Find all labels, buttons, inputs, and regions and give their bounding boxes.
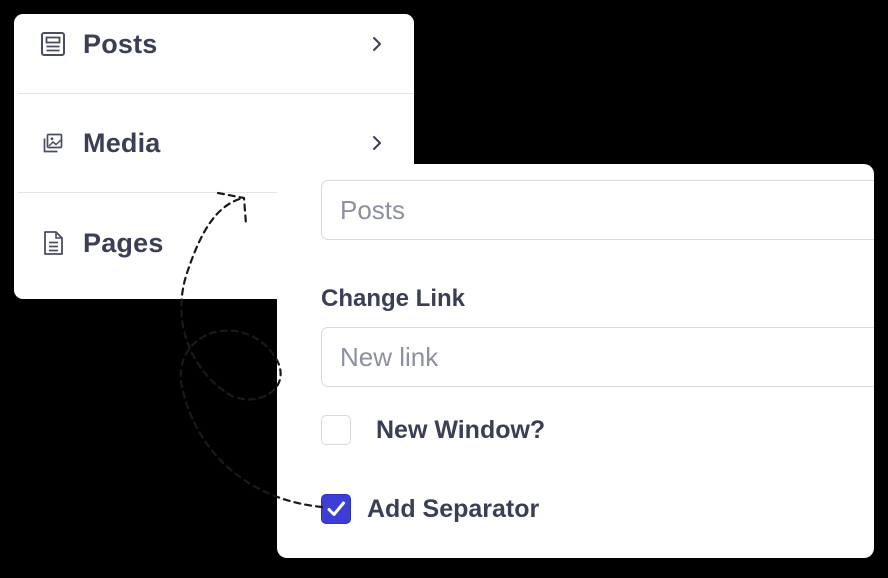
chevron-right-icon: [368, 35, 386, 53]
title-input[interactable]: [321, 180, 874, 240]
new-window-checkbox[interactable]: [321, 415, 351, 445]
add-separator-checkbox[interactable]: [321, 494, 351, 524]
document-icon: [40, 230, 66, 256]
menu-label-posts: Posts: [83, 28, 158, 59]
menu-label-media: Media: [83, 127, 161, 158]
new-window-label[interactable]: New Window?: [376, 416, 545, 445]
link-input[interactable]: [321, 327, 874, 387]
menu-item-posts[interactable]: Posts: [18, 14, 414, 84]
menu-divider: [18, 93, 414, 94]
link-editor-card: Change Link New Window? Add Separator: [277, 164, 874, 558]
menu-label-pages: Pages: [83, 227, 164, 258]
add-separator-label[interactable]: Add Separator: [367, 495, 539, 524]
stage: Posts Media Pages Posts Change Link New …: [0, 0, 888, 578]
change-link-label: Change Link: [321, 285, 466, 312]
images-icon: [40, 130, 66, 156]
newspaper-icon: [40, 31, 66, 57]
checkmark-icon: [327, 501, 345, 516]
chevron-right-icon: [368, 134, 386, 152]
